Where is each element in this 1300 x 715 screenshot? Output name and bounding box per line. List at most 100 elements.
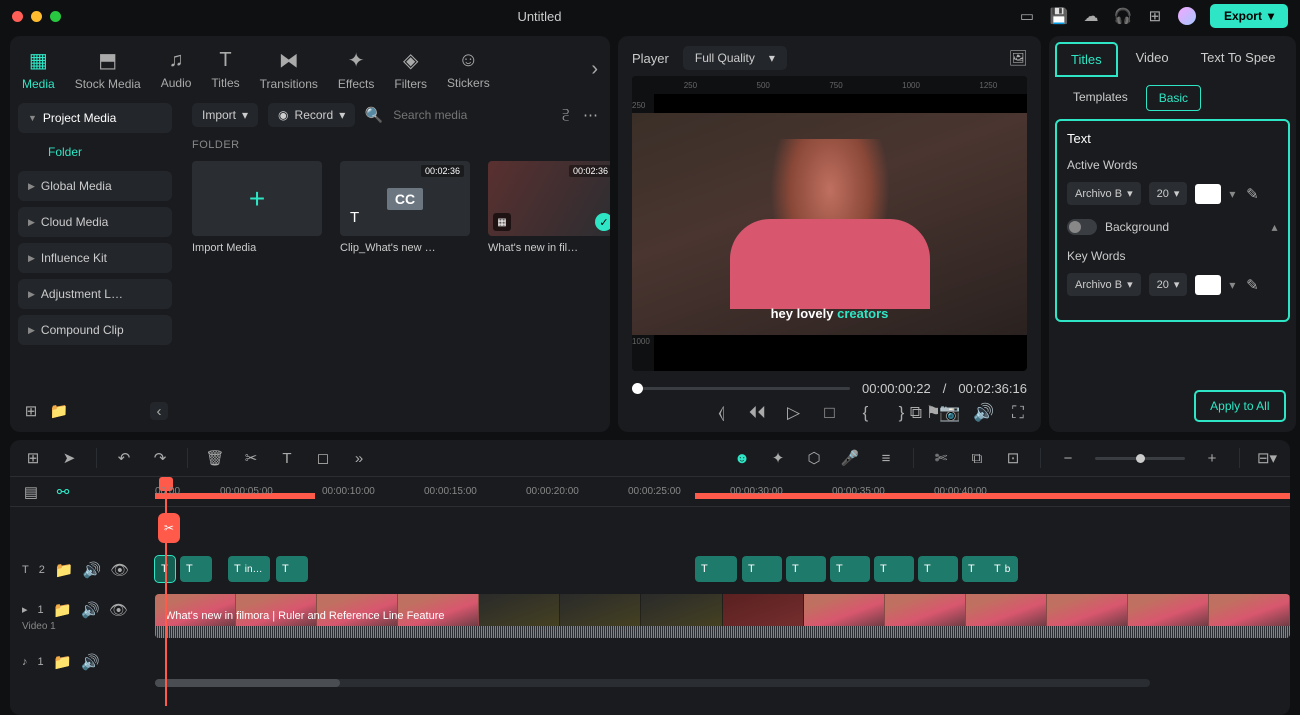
import-button[interactable]: Import▾: [192, 103, 258, 127]
more-icon[interactable]: ⋯: [583, 106, 598, 124]
blade-icon[interactable]: ✄: [932, 449, 950, 467]
crop-icon[interactable]: ◻: [314, 449, 332, 467]
zoom-slider[interactable]: [1095, 457, 1185, 460]
view-options-icon[interactable]: ⊟▾: [1258, 449, 1276, 467]
new-folder-icon[interactable]: ⊞: [22, 402, 40, 420]
apply-to-all-button[interactable]: Apply to All: [1194, 390, 1285, 422]
search-input[interactable]: [393, 108, 548, 122]
export-button[interactable]: Export▾: [1210, 4, 1288, 28]
prop-tab-titles[interactable]: Titles: [1055, 42, 1118, 77]
cloud-icon[interactable]: ☁: [1082, 7, 1100, 25]
text-clip[interactable]: T: [695, 556, 737, 582]
chevron-down-icon[interactable]: ▾: [1229, 187, 1235, 201]
filter-icon[interactable]: ⫔: [558, 106, 573, 124]
split-icon[interactable]: ✂: [242, 449, 260, 467]
text-clip[interactable]: T: [786, 556, 826, 582]
text-clip[interactable]: Tin…: [228, 556, 270, 582]
subtab-basic[interactable]: Basic: [1146, 85, 1201, 111]
stop-icon[interactable]: □: [821, 404, 839, 422]
play-icon[interactable]: ▷: [785, 404, 803, 422]
active-font-select[interactable]: Archivo B▾: [1067, 182, 1141, 205]
sidebar-folder[interactable]: Folder: [18, 139, 172, 165]
fullscreen-icon[interactable]: ⛶: [1009, 404, 1027, 422]
step-back-icon[interactable]: ⏴⏴: [749, 404, 767, 422]
sidebar-compound-clip[interactable]: ▶Compound Clip: [18, 315, 172, 345]
tab-stock-media[interactable]: ⬒Stock Media: [75, 44, 141, 95]
tab-transitions[interactable]: ⧓Transitions: [260, 44, 318, 95]
active-color-swatch[interactable]: [1195, 184, 1221, 204]
close-window[interactable]: [12, 11, 23, 22]
tab-media[interactable]: ▦Media: [22, 44, 55, 95]
text-clip[interactable]: T: [874, 556, 914, 582]
ai-icon[interactable]: ☻: [733, 449, 751, 467]
timeline-scrollbar[interactable]: [155, 679, 1150, 687]
media-item-video[interactable]: 00:02:36▦✓ What's new in fil…: [488, 161, 610, 254]
text-clip[interactable]: T: [742, 556, 782, 582]
quality-select[interactable]: Full Quality▾: [683, 46, 787, 70]
text-track-content[interactable]: TTTin…TTTTTTTTTb: [150, 555, 1290, 585]
undo-icon[interactable]: ↶: [115, 449, 133, 467]
track-folder-icon[interactable]: 📁: [54, 601, 72, 619]
record-button[interactable]: ◉Record▾: [268, 103, 355, 127]
sidebar-cloud-media[interactable]: ▶Cloud Media: [18, 207, 172, 237]
tab-filters[interactable]: ◈Filters: [394, 44, 427, 95]
group-icon[interactable]: ⧉: [968, 449, 986, 467]
prop-tab-tts[interactable]: Text To Spee: [1187, 42, 1290, 77]
mic-icon[interactable]: 🎤: [841, 449, 859, 467]
track-mute-icon[interactable]: 🔊: [82, 601, 100, 619]
track-mute-icon[interactable]: 🔊: [83, 561, 101, 579]
audio-sync-icon[interactable]: ≡: [877, 449, 895, 467]
sidebar-global-media[interactable]: ▶Global Media: [18, 171, 172, 201]
minimize-window[interactable]: [31, 11, 42, 22]
cut-at-playhead-button[interactable]: ✂: [158, 513, 180, 543]
headphones-icon[interactable]: 🎧: [1114, 7, 1132, 25]
eyedropper-icon[interactable]: ✎: [1243, 276, 1261, 294]
effects-tool-icon[interactable]: ✦: [769, 449, 787, 467]
track-list-icon[interactable]: ▤: [22, 483, 40, 501]
tabs-next-icon[interactable]: ›: [591, 58, 598, 81]
tab-effects[interactable]: ✦Effects: [338, 44, 374, 95]
folder-icon[interactable]: 📁: [50, 402, 68, 420]
sidebar-project-media[interactable]: ▼Project Media: [18, 103, 172, 133]
collapse-icon[interactable]: ▴: [1271, 220, 1277, 234]
grip-icon[interactable]: ⊞: [24, 449, 42, 467]
track-visibility-icon[interactable]: 👁: [111, 561, 129, 579]
prev-frame-icon[interactable]: ⦉: [713, 404, 731, 422]
video-track-content[interactable]: What's new in filmora | Ruler and Refere…: [150, 593, 1290, 639]
sidebar-influence-kit[interactable]: ▶Influence Kit: [18, 243, 172, 273]
video-preview[interactable]: 25050075010001250 2505007501000 hey love…: [632, 76, 1027, 371]
media-item-import[interactable]: + Import Media: [192, 161, 322, 254]
user-avatar[interactable]: [1178, 7, 1196, 25]
volume-icon[interactable]: 🔊: [975, 404, 993, 422]
active-size-select[interactable]: 20▾: [1149, 182, 1188, 205]
delete-icon[interactable]: 🗑: [206, 449, 224, 467]
background-toggle[interactable]: [1067, 219, 1097, 235]
compare-icon[interactable]: ⧉: [907, 404, 925, 422]
track-mute-icon[interactable]: 🔊: [82, 653, 100, 671]
media-item-cc-clip[interactable]: 00:02:36CCT Clip_What's new …: [340, 161, 470, 254]
pointer-icon[interactable]: ➤: [60, 449, 78, 467]
layout-icon[interactable]: ▭: [1018, 7, 1036, 25]
text-clip[interactable]: Tb: [988, 556, 1018, 582]
text-tool-icon[interactable]: T: [278, 449, 296, 467]
camera-icon[interactable]: 📷: [941, 404, 959, 422]
save-icon[interactable]: 💾: [1050, 7, 1068, 25]
redo-icon[interactable]: ↷: [151, 449, 169, 467]
chevron-down-icon[interactable]: ▾: [1229, 278, 1235, 292]
apps-icon[interactable]: ⊞: [1146, 7, 1164, 25]
track-folder-icon[interactable]: 📁: [55, 561, 73, 579]
snapshot-preview-icon[interactable]: 🖼: [1009, 49, 1027, 67]
subtab-templates[interactable]: Templates: [1061, 85, 1140, 111]
key-size-select[interactable]: 20▾: [1149, 273, 1188, 296]
key-color-swatch[interactable]: [1195, 275, 1221, 295]
text-clip[interactable]: T: [918, 556, 958, 582]
sidebar-adjustment-layer[interactable]: ▶Adjustment L…: [18, 279, 172, 309]
mark-in-icon[interactable]: {: [857, 404, 875, 422]
eyedropper-icon[interactable]: ✎: [1243, 185, 1261, 203]
collapse-sidebar-icon[interactable]: ‹: [150, 402, 168, 420]
key-font-select[interactable]: Archivo B▾: [1067, 273, 1141, 296]
prop-tab-video[interactable]: Video: [1122, 42, 1183, 77]
maximize-window[interactable]: [50, 11, 61, 22]
tab-titles[interactable]: TTitles: [211, 45, 239, 94]
expand-icon[interactable]: ⊡: [1004, 449, 1022, 467]
